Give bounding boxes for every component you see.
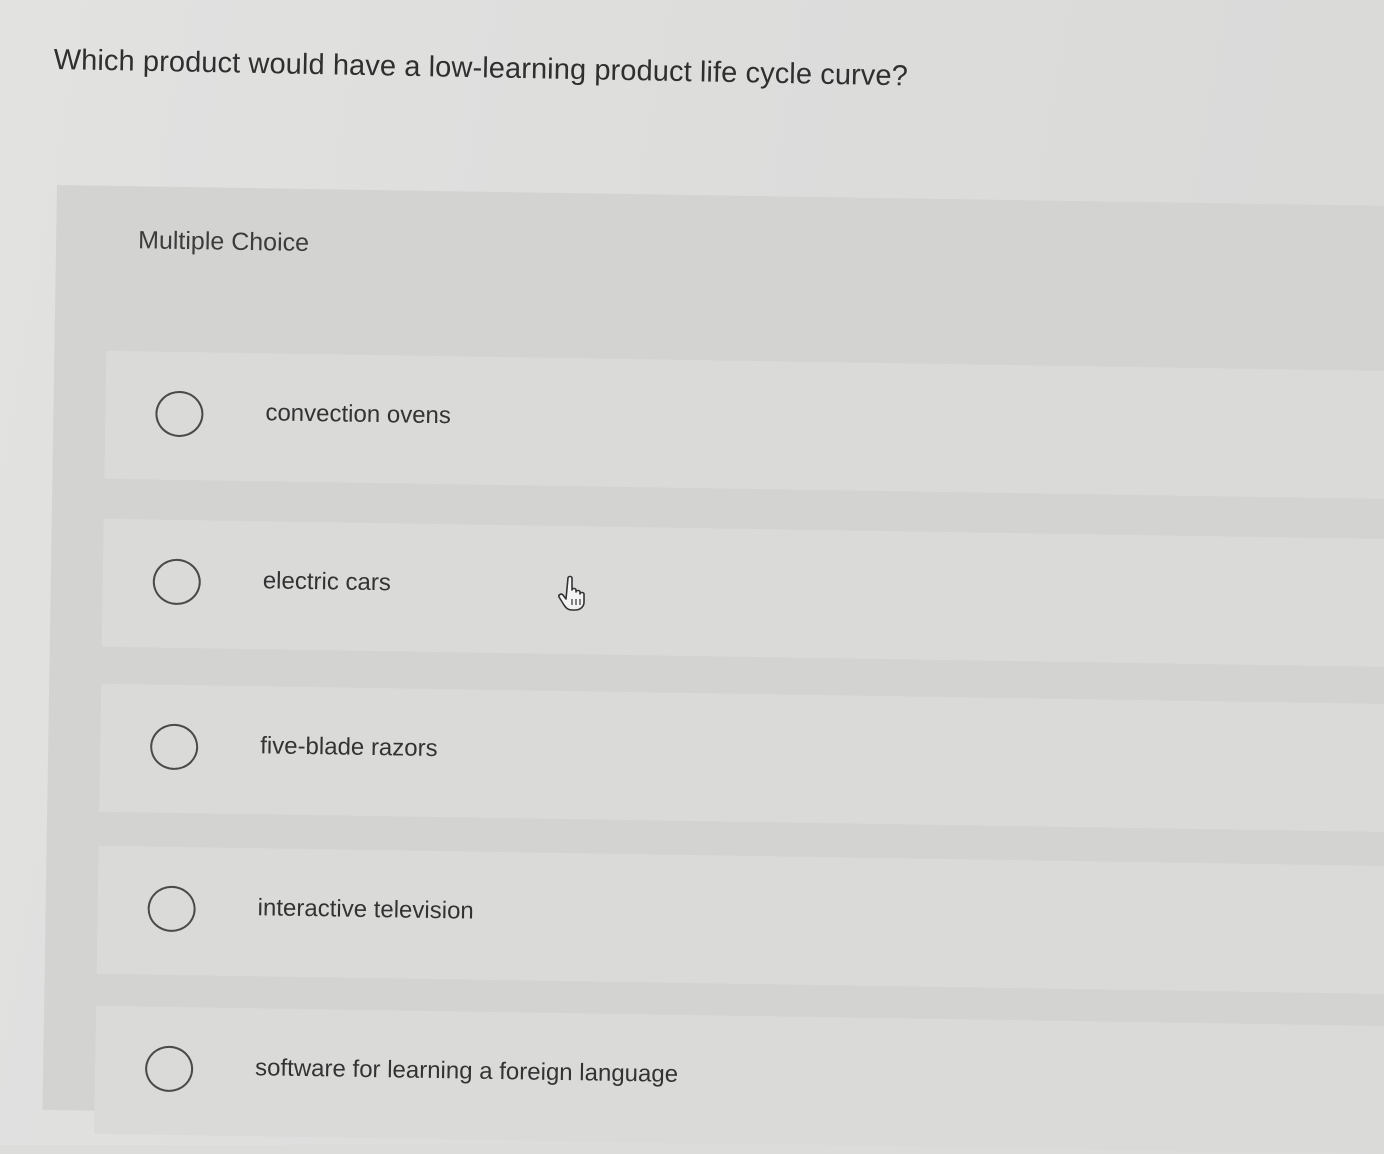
question-type-label: Multiple Choice [137,226,310,257]
radio-button[interactable] [155,390,204,438]
choice-label: electric cars [262,567,392,597]
choice-option-1[interactable]: convection ovens [104,350,1384,500]
choice-label: convection ovens [265,399,452,430]
choice-label: software for learning a foreign language [254,1054,679,1088]
choice-option-3[interactable]: five-blade razors [99,683,1384,833]
question-text: Which product would have a low-learning … [53,44,909,93]
choice-option-5[interactable]: software for learning a foreign language [94,1005,1384,1154]
multiple-choice-panel: Multiple Choice convection ovens electri… [42,185,1384,1154]
radio-button[interactable] [152,558,202,606]
radio-button[interactable] [144,1045,194,1093]
radio-button[interactable] [149,723,199,771]
choice-label: interactive television [257,894,474,925]
choice-option-4[interactable]: interactive television [96,845,1384,994]
radio-button[interactable] [147,885,197,933]
hand-pointer-icon [558,575,585,611]
choice-label: five-blade razors [260,732,438,763]
choice-option-2[interactable]: electric cars [101,518,1384,668]
page: Which product would have a low-learning … [0,0,1384,1154]
